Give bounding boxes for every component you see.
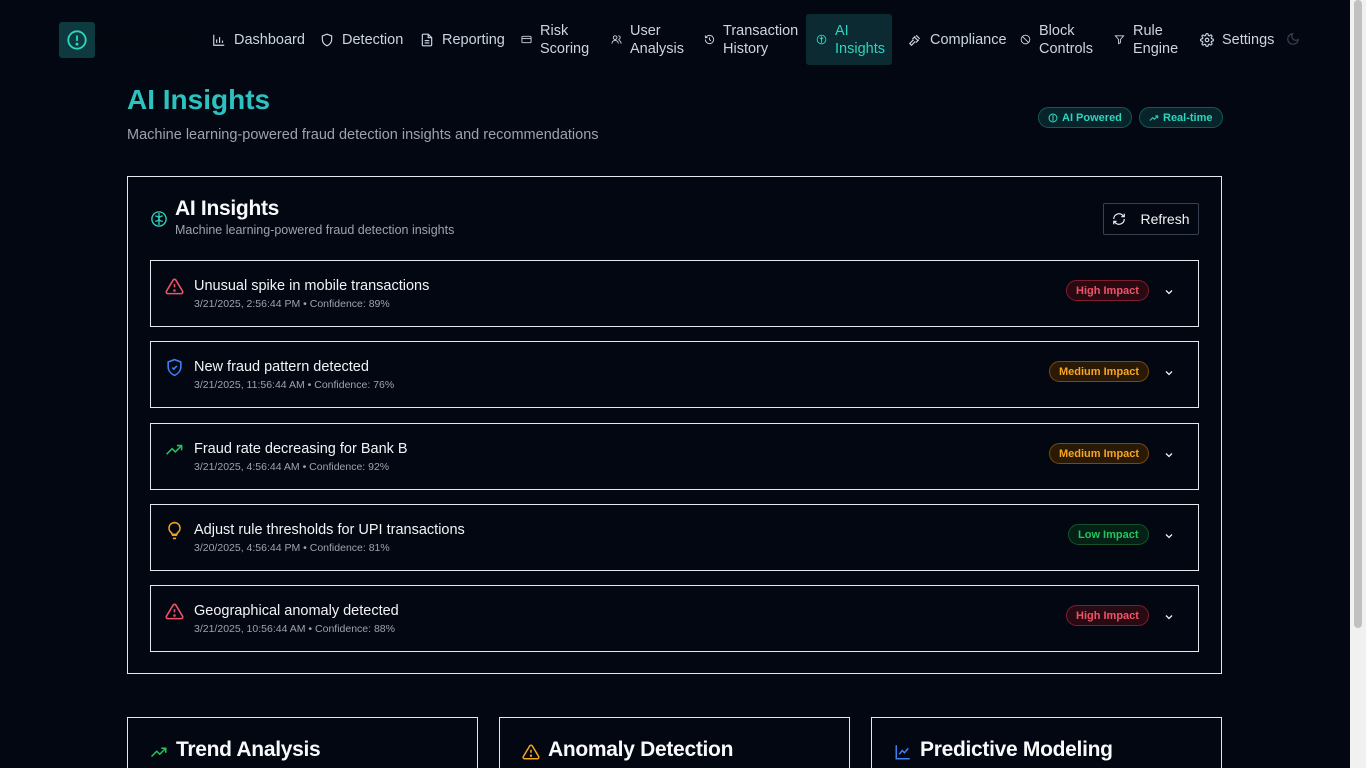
nav-item-rule-engine[interactable]: Rule Engine xyxy=(1104,14,1188,65)
shield-check-icon xyxy=(165,358,184,382)
insight-item[interactable]: Geographical anomaly detected 3/21/2025,… xyxy=(150,585,1199,652)
real-time-badge: Real-time xyxy=(1139,107,1223,128)
nav-label: Compliance xyxy=(930,31,1007,48)
refresh-icon xyxy=(1113,213,1126,225)
chevron-down-icon[interactable] xyxy=(1163,448,1175,466)
file-icon xyxy=(421,33,433,46)
nav-label: Settings xyxy=(1222,31,1275,48)
card-title: AI Insights xyxy=(175,197,280,220)
nav-label: Block Controls xyxy=(1039,22,1093,57)
chevron-down-icon[interactable] xyxy=(1163,366,1175,384)
nav-label: Reporting xyxy=(442,31,505,48)
alert-triangle-icon xyxy=(165,602,184,626)
nav-item-settings[interactable]: Settings xyxy=(1190,14,1284,65)
top-nav: FraudGuard Dashboard Detection Reporting… xyxy=(0,0,1350,80)
brain-icon xyxy=(150,210,168,233)
chevron-down-icon[interactable] xyxy=(1163,529,1175,547)
nav-label: AI Insights xyxy=(835,22,885,57)
insight-item[interactable]: New fraud pattern detected 3/21/2025, 11… xyxy=(150,341,1199,408)
users-icon xyxy=(611,35,622,44)
gear-icon xyxy=(1200,32,1214,47)
alert-triangle-icon xyxy=(165,277,184,301)
nav-item-dashboard[interactable]: Dashboard xyxy=(202,14,315,65)
insight-item[interactable]: Unusual spike in mobile transactions 3/2… xyxy=(150,260,1199,327)
page: FraudGuard Dashboard Detection Reporting… xyxy=(0,0,1366,768)
card-title: Trend Analysis xyxy=(176,738,321,761)
nav-item-detection[interactable]: Detection xyxy=(310,14,413,65)
chevron-down-icon[interactable] xyxy=(1163,610,1175,628)
nav-item-user-analysis[interactable]: User Analysis xyxy=(601,14,694,65)
history-icon xyxy=(704,34,715,45)
impact-badge: Low Impact xyxy=(1068,524,1149,545)
insight-item[interactable]: Fraud rate decreasing for Bank B 3/21/20… xyxy=(150,423,1199,490)
scrollbar-thumb[interactable] xyxy=(1354,0,1362,628)
nav-item-compliance[interactable]: Compliance xyxy=(898,14,1017,65)
nav-label: Detection xyxy=(342,31,404,48)
trending-up-icon xyxy=(1149,114,1159,121)
insight-meta: 3/21/2025, 11:56:44 AM • Confidence: 76% xyxy=(194,379,395,391)
refresh-button[interactable]: Refresh xyxy=(1103,203,1199,235)
card-title: Predictive Modeling xyxy=(920,738,1113,761)
logo-icon[interactable] xyxy=(59,22,95,58)
anomaly-detection-card: Anomaly Detection xyxy=(499,717,850,768)
trending-up-icon xyxy=(150,743,168,766)
nav-item-ai-insights[interactable]: AI Insights xyxy=(806,14,892,65)
page-title: AI Insights xyxy=(127,84,271,115)
nav-item-reporting[interactable]: Reporting xyxy=(410,14,515,65)
shield-icon xyxy=(321,33,333,46)
insight-meta: 3/21/2025, 10:56:44 AM • Confidence: 88% xyxy=(194,623,395,635)
ai-powered-badge: AI Powered xyxy=(1038,107,1132,128)
insight-meta: 3/20/2025, 4:56:44 PM • Confidence: 81% xyxy=(194,542,390,554)
impact-badge: High Impact xyxy=(1066,605,1149,626)
nav-label: Dashboard xyxy=(234,31,305,48)
ai-insights-card: AI Insights Machine learning-powered fra… xyxy=(127,176,1222,674)
bar-chart-icon xyxy=(213,34,225,46)
page-subtitle: Machine learning-powered fraud detection… xyxy=(127,127,599,143)
impact-badge: Medium Impact xyxy=(1049,443,1150,464)
nav-item-transaction-history[interactable]: Transaction History xyxy=(694,14,808,65)
insight-meta: 3/21/2025, 2:56:44 PM • Confidence: 89% xyxy=(194,298,390,310)
line-chart-icon xyxy=(894,743,912,766)
impact-badge: Medium Impact xyxy=(1049,361,1150,382)
filter-icon xyxy=(1114,35,1125,45)
card-subtitle: Machine learning-powered fraud detection… xyxy=(175,223,455,237)
nav-label: Transaction History xyxy=(723,22,799,57)
trending-up-icon xyxy=(165,440,184,464)
card-title: Anomaly Detection xyxy=(548,738,734,761)
card-icon xyxy=(521,35,532,44)
gavel-icon xyxy=(908,34,921,46)
brand-name[interactable]: FraudGuard xyxy=(102,30,197,50)
brain-icon xyxy=(1048,113,1058,122)
brain-icon xyxy=(816,34,827,45)
trend-analysis-card: Trend Analysis xyxy=(127,717,478,768)
alert-triangle-icon xyxy=(522,743,540,766)
insight-title: Fraud rate decreasing for Bank B xyxy=(194,441,408,457)
insight-title: Adjust rule thresholds for UPI transacti… xyxy=(194,522,465,538)
nav-label: Rule Engine xyxy=(1133,22,1179,57)
chevron-down-icon[interactable] xyxy=(1163,285,1175,303)
impact-badge: High Impact xyxy=(1066,280,1149,301)
insight-title: Geographical anomaly detected xyxy=(194,603,399,619)
lightbulb-icon xyxy=(165,521,184,545)
theme-toggle-icon[interactable] xyxy=(1286,32,1300,51)
nav-item-risk-scoring[interactable]: Risk Scoring xyxy=(511,14,599,65)
nav-label: User Analysis xyxy=(630,22,684,57)
predictive-modeling-card: Predictive Modeling xyxy=(871,717,1222,768)
insight-item[interactable]: Adjust rule thresholds for UPI transacti… xyxy=(150,504,1199,571)
ban-icon xyxy=(1020,34,1031,45)
insight-meta: 3/21/2025, 4:56:44 AM • Confidence: 92% xyxy=(194,461,390,473)
insight-title: Unusual spike in mobile transactions xyxy=(194,278,430,294)
nav-label: Risk Scoring xyxy=(540,22,590,57)
nav-item-block-controls[interactable]: Block Controls xyxy=(1010,14,1103,65)
scrollbar[interactable] xyxy=(1350,0,1366,768)
insight-title: New fraud pattern detected xyxy=(194,359,369,375)
